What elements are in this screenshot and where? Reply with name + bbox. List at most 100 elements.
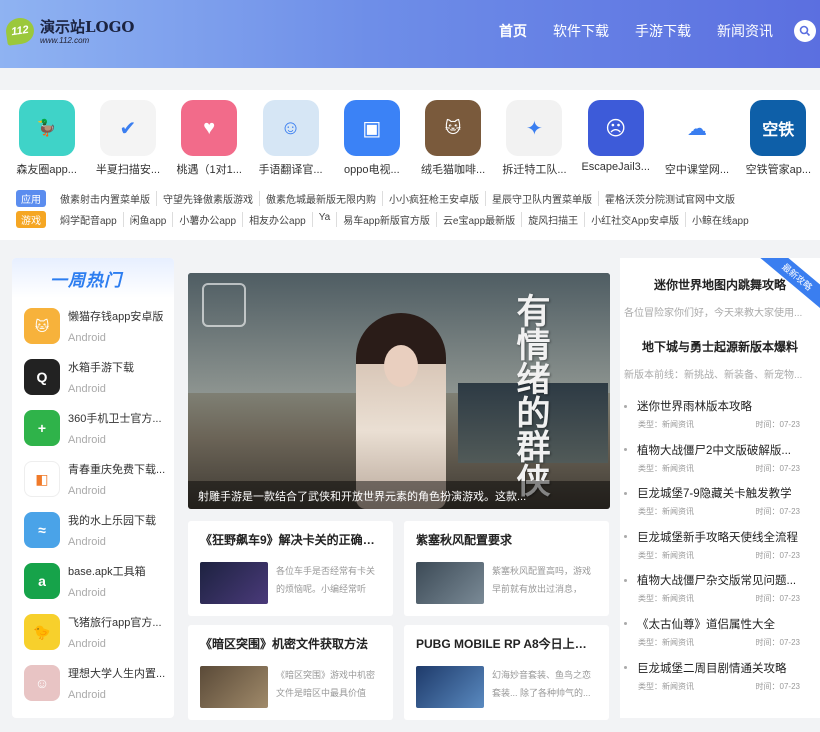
hot-app-name[interactable]: 360手机卫士官方... [68, 410, 172, 426]
article-thumbnail[interactable] [200, 562, 268, 604]
app-icon[interactable]: ✦ [506, 100, 563, 156]
app-name[interactable]: 桃遇（1对1... [169, 161, 249, 177]
app-tag-link[interactable]: 傲素危城最新版无限内购 [260, 191, 383, 206]
search-button[interactable] [794, 20, 816, 42]
hot-app-icon[interactable]: 🐱 [24, 308, 60, 344]
game-tag-link[interactable]: 相友办公app [243, 212, 313, 227]
site-logo[interactable]: 112 演示站LOGO www.112.com [4, 15, 135, 46]
hot-app-name[interactable]: 懒猫存钱app安卓版 [68, 308, 172, 324]
news-title[interactable]: 植物大战僵尸杂交版常见问题... [637, 572, 796, 588]
app-icon[interactable]: ☁ [669, 100, 726, 156]
news-title[interactable]: 植物大战僵尸2中文版破解版... [637, 442, 791, 458]
article-title[interactable]: PUBG MOBILE RP A8今日上线,... [416, 635, 597, 652]
app-icon[interactable]: ✔ [99, 100, 156, 156]
news-item[interactable]: 迷你世界雨林版本攻略 类型：新闻资讯 时间：07-23 [620, 398, 820, 442]
app-name[interactable]: 森友圈app... [7, 161, 87, 177]
news-title[interactable]: 巨龙城堡二周目剧情通关攻略 [637, 660, 787, 676]
app-name[interactable]: EscapeJail3... [576, 161, 656, 173]
hot-app-icon[interactable]: ≈ [24, 512, 60, 548]
featured-guide-title[interactable]: 迷你世界地图内跳舞攻略 [620, 276, 820, 293]
hot-app-name[interactable]: 飞猪旅行app官方... [68, 614, 172, 630]
app-icon[interactable]: 🦆 [18, 100, 75, 156]
hot-app-icon[interactable]: ☺ [24, 665, 60, 701]
hot-list-item[interactable]: Q 水箱手游下载 Android [12, 349, 174, 400]
news-item[interactable]: 植物大战僵尸杂交版常见问题... 类型：新闻资讯 时间：07-23 [620, 572, 820, 616]
app-tile[interactable]: ☺ 手语翻译官... [250, 100, 331, 177]
hot-list-item[interactable]: ≈ 我的水上乐园下载 Android [12, 502, 174, 553]
app-name[interactable]: 空中课堂网... [657, 161, 737, 177]
article-thumbnail[interactable] [200, 666, 268, 708]
app-tile[interactable]: 空铁 空铁管家ap... [738, 100, 819, 177]
app-icon[interactable]: ☹ [587, 100, 644, 156]
article-card[interactable]: PUBG MOBILE RP A8今日上线,... 幻海妙音套装、鱼鸟之恋套装.… [404, 625, 609, 720]
game-tag-link[interactable]: 云e宝app最新版 [437, 212, 523, 227]
hot-app-icon[interactable]: a [24, 563, 60, 599]
article-title[interactable]: 紫塞秋风配置要求 [416, 531, 597, 548]
nav-home[interactable]: 首页 [486, 21, 540, 41]
hot-app-name[interactable]: 理想大学人生内置... [68, 665, 172, 681]
hot-app-icon[interactable]: Q [24, 359, 60, 395]
banner-caption[interactable]: 射雕手游是一款结合了武侠和开放世界元素的角色扮演游戏。这款... [188, 481, 610, 509]
hot-list-item[interactable]: 🐱 懒猫存钱app安卓版 Android [12, 298, 174, 349]
app-name[interactable]: 半夏扫描安... [88, 161, 168, 177]
nav-mobile-games[interactable]: 手游下载 [622, 21, 704, 41]
app-name[interactable]: 拆迁特工队... [494, 161, 574, 177]
hot-list-item[interactable]: ◧ 青春重庆免费下载... Android [12, 451, 174, 502]
app-tile[interactable]: 🐱 绒毛猫咖啡... [412, 100, 493, 177]
hot-list-item[interactable]: ☺ 理想大学人生内置... Android [12, 655, 174, 706]
hot-app-icon[interactable]: 🐤 [24, 614, 60, 650]
news-title[interactable]: 巨龙城堡新手攻略天使线全流程 [637, 529, 798, 545]
hot-app-name[interactable]: 青春重庆免费下载... [68, 461, 172, 477]
app-tile[interactable]: ▣ oppo电视... [331, 100, 412, 177]
featured-banner[interactable]: 有情绪的群侠 射雕手游是一款结合了武侠和开放世界元素的角色扮演游戏。这款... [188, 273, 610, 509]
news-item[interactable]: 巨龙城堡新手攻略天使线全流程 类型：新闻资讯 时间：07-23 [620, 529, 820, 573]
hot-app-name[interactable]: 我的水上乐园下载 [68, 512, 172, 528]
app-icon[interactable]: ▣ [343, 100, 400, 156]
game-tag-link[interactable]: 易车app新版官方版 [337, 212, 437, 227]
article-title[interactable]: 《暗区突围》机密文件获取方法 [200, 635, 381, 652]
game-tag-link[interactable]: 旋风扫描王 [522, 212, 586, 227]
app-tile[interactable]: ☹ EscapeJail3... [575, 100, 656, 177]
article-thumbnail[interactable] [416, 666, 484, 708]
app-tile[interactable]: ♥ 桃遇（1对1... [169, 100, 250, 177]
app-tile[interactable]: ✔ 半夏扫描安... [87, 100, 168, 177]
app-name[interactable]: 绒毛猫咖啡... [413, 161, 493, 177]
app-icon[interactable]: ☺ [262, 100, 319, 156]
hot-list-item[interactable]: a base.apk工具箱 Android [12, 553, 174, 604]
nav-news[interactable]: 新闻资讯 [704, 21, 786, 41]
news-item[interactable]: 《太古仙尊》道侣属性大全 类型：新闻资讯 时间：07-23 [620, 616, 820, 660]
app-tag-link[interactable]: 傲素射击内置菜单版 [54, 191, 157, 206]
app-icon[interactable]: ♥ [181, 100, 238, 156]
article-card[interactable]: 《暗区突围》机密文件获取方法 《暗区突围》游戏中机密文件是暗区中最具价值的... [188, 625, 393, 720]
app-tile[interactable]: ✦ 拆迁特工队... [494, 100, 575, 177]
game-tag-link[interactable]: 焖学配音app [54, 212, 124, 227]
news-item[interactable]: 巨龙城堡二周目剧情通关攻略 类型：新闻资讯 时间：07-23 [620, 660, 820, 704]
hot-app-icon[interactable]: ◧ [24, 461, 60, 497]
article-card[interactable]: 紫塞秋风配置要求 紫塞秋风配置高吗，游戏早前就有放出过消息，近... [404, 521, 609, 616]
article-card[interactable]: 《狂野飙车9》解决卡关的正确技巧 各位车手是否经常有卡关的烦恼呢。小编经常听到.… [188, 521, 393, 616]
app-tag-link[interactable]: 小小疯狂枪王安卓版 [383, 191, 486, 206]
hot-app-name[interactable]: base.apk工具箱 [68, 563, 172, 579]
game-tag-link[interactable]: 闲鱼app [124, 212, 174, 227]
nav-software[interactable]: 软件下载 [540, 21, 622, 41]
news-item[interactable]: 巨龙城堡7-9隐藏关卡触发教学 类型：新闻资讯 时间：07-23 [620, 485, 820, 529]
hot-list-item[interactable]: +360手机卫士官方... Android [12, 400, 174, 451]
app-icon[interactable]: 空铁 [750, 100, 807, 156]
featured-guide-title[interactable]: 地下城与勇士起源新版本爆料 [620, 338, 820, 355]
app-tag-link[interactable]: 霍格沃茨分院测试官网中文版 [599, 191, 741, 206]
app-name[interactable]: 手语翻译官... [251, 161, 331, 177]
news-title[interactable]: 《太古仙尊》道侣属性大全 [637, 616, 775, 632]
game-tag-link[interactable]: Ya [313, 212, 338, 227]
news-item[interactable]: 植物大战僵尸2中文版破解版... 类型：新闻资讯 时间：07-23 [620, 442, 820, 486]
game-tag-link[interactable]: 小红社交App安卓版 [585, 212, 686, 227]
app-name[interactable]: oppo电视... [332, 161, 412, 177]
hot-app-name[interactable]: 水箱手游下载 [68, 359, 172, 375]
hot-app-icon[interactable]: + [24, 410, 60, 446]
game-tag-link[interactable]: 小鲸在线app [686, 212, 755, 227]
app-tile[interactable]: ☁ 空中课堂网... [656, 100, 737, 177]
news-title[interactable]: 巨龙城堡7-9隐藏关卡触发教学 [637, 485, 792, 501]
hot-list-item[interactable]: 🐤 飞猪旅行app官方... Android [12, 604, 174, 655]
game-tag-link[interactable]: 小薯办公app [173, 212, 244, 227]
app-tag-link[interactable]: 星辰守卫队内置菜单版 [486, 191, 599, 206]
app-icon[interactable]: 🐱 [425, 100, 482, 156]
